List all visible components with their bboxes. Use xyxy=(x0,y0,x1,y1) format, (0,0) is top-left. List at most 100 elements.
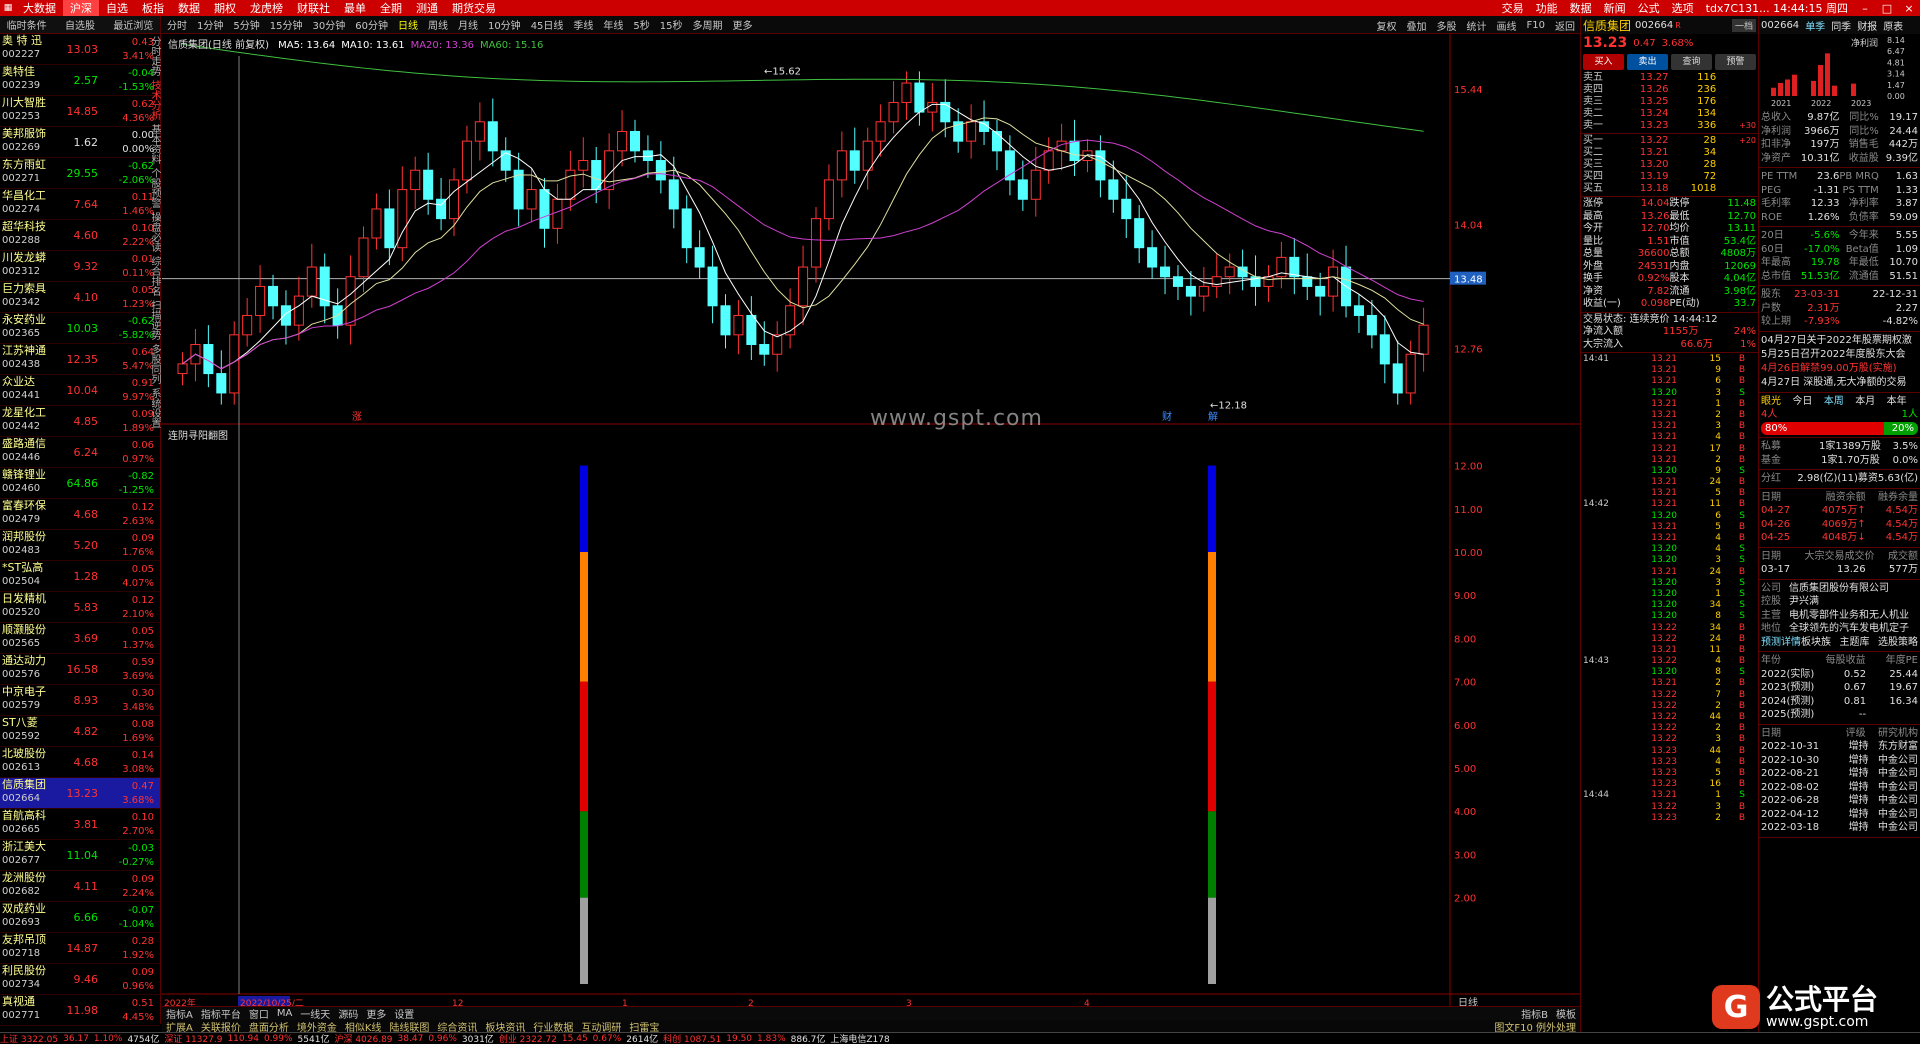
menu-item[interactable]: 财联社 xyxy=(290,0,337,16)
stock-list-row[interactable]: 江苏神通 002438 12.35 0.64 5.47% xyxy=(0,344,160,375)
indicator-tab[interactable]: MA xyxy=(273,1008,296,1019)
menu-item[interactable]: 测通 xyxy=(409,0,445,16)
quote-mode-select[interactable]: 一档 xyxy=(1731,18,1756,32)
toolbar-right-item[interactable]: 画线 xyxy=(1492,18,1522,33)
f10-news-item[interactable]: 4月27日 深股通,无大净额的交易 xyxy=(1759,376,1920,390)
menu-item[interactable]: 沪深 xyxy=(63,0,99,16)
menu-item[interactable]: 最单 xyxy=(337,0,373,16)
stock-list-row[interactable]: 日发精机 002520 5.83 0.12 2.10% xyxy=(0,592,160,623)
stock-list-row[interactable]: 永安药业 002365 10.03 -0.62 -5.82% xyxy=(0,313,160,344)
stock-list-row[interactable]: 东方雨虹 002271 29.55 -0.62 -2.06% xyxy=(0,158,160,189)
menu-item[interactable]: 自选 xyxy=(99,0,135,16)
vertical-tab[interactable]: 综合排名 xyxy=(147,256,162,296)
app-menu-icon[interactable]: ▦ xyxy=(0,0,16,16)
period-item[interactable]: 周线 xyxy=(423,17,453,32)
tab-temp-condition[interactable]: 临时条件 xyxy=(0,17,53,32)
stock-list-row[interactable]: 华昌化工 002274 7.64 0.11 1.46% xyxy=(0,189,160,220)
vertical-tab[interactable]: 技术分析 xyxy=(147,80,162,120)
period-item[interactable]: 分时 xyxy=(162,17,192,32)
sentiment-range[interactable]: 本年 xyxy=(1887,395,1918,409)
stock-list-row[interactable]: 北玻股份 002613 4.68 0.14 3.08% xyxy=(0,747,160,778)
period-item[interactable]: 多周期 xyxy=(688,17,728,32)
stock-list-row[interactable]: 龙洲股份 002682 4.11 0.09 2.24% xyxy=(0,871,160,902)
stock-list-row[interactable]: 双成药业 002693 6.66 -0.07 -1.04% xyxy=(0,902,160,933)
vertical-tab[interactable]: 多股同列 xyxy=(147,344,162,384)
vertical-tab[interactable]: 分时走势 xyxy=(147,36,162,76)
stock-list-row[interactable]: 众业达 002441 10.04 0.91 9.97% xyxy=(0,375,160,406)
period-item[interactable]: 5分钟 xyxy=(228,17,264,32)
stock-list-row[interactable]: 富春环保 002479 4.68 0.12 2.63% xyxy=(0,499,160,530)
f10-link[interactable]: 板块族 xyxy=(1801,636,1840,650)
stock-list-row[interactable]: 真视通 002771 11.98 0.51 4.45% xyxy=(0,995,160,1026)
toolbar-right-item[interactable]: 复权 xyxy=(1372,18,1402,33)
stock-list-row[interactable]: 首航高科 002665 3.81 0.10 2.70% xyxy=(0,809,160,840)
stock-list-row[interactable]: 川大智胜 002253 14.85 0.62 4.36% xyxy=(0,96,160,127)
query-button[interactable]: 查询 xyxy=(1671,54,1712,70)
close-icon[interactable]: × xyxy=(1898,2,1920,15)
top-right-item[interactable]: tdx7C131... 14:44:15 周四 xyxy=(1700,0,1854,16)
top-right-item[interactable]: 选项 xyxy=(1666,0,1700,16)
menu-item[interactable]: 全期 xyxy=(373,0,409,16)
f10-link[interactable]: 主题库 xyxy=(1840,636,1879,650)
stock-list-row[interactable]: 浙江美大 002677 11.04 -0.03 -0.27% xyxy=(0,840,160,871)
menu-item[interactable]: 期货交易 xyxy=(445,0,503,16)
period-item[interactable]: 45日线 xyxy=(526,17,569,32)
menu-item[interactable]: 板指 xyxy=(135,0,171,16)
tick-list[interactable]: 14:41 13.21 15 B 13.21 9 B 13.21 6 B 13.20 3 S 13.21 1… xyxy=(1581,354,1758,824)
vertical-tab[interactable]: 操盘必读 xyxy=(147,212,162,252)
vertical-tab[interactable]: 基本资料 xyxy=(147,124,162,164)
f10-news-item[interactable]: 04月27日关于2022年股票期权激 xyxy=(1759,334,1920,348)
stock-list-row[interactable]: 龙星化工 002442 4.85 0.09 1.89% xyxy=(0,406,160,437)
toolbar-right-item[interactable]: 返回 xyxy=(1550,18,1580,33)
menu-item[interactable]: 数据 xyxy=(171,0,207,16)
period-item[interactable]: 30分钟 xyxy=(307,17,350,32)
period-item[interactable]: 月线 xyxy=(453,17,483,32)
stock-list-row[interactable]: 顺灏股份 002565 3.69 0.05 1.37% xyxy=(0,623,160,654)
sentiment-range[interactable]: 今日 xyxy=(1792,395,1823,409)
tab-recent[interactable]: 最近浏览 xyxy=(107,17,160,32)
period-item[interactable]: 15秒 xyxy=(655,17,688,32)
stock-list-row[interactable]: 利民股份 002734 9.46 0.09 0.96% xyxy=(0,964,160,995)
vertical-tab[interactable]: 个股预警 xyxy=(147,168,162,208)
stock-list-row[interactable]: 赣锋锂业 002460 64.86 -0.82 -1.25% xyxy=(0,468,160,499)
vertical-tab[interactable]: 扫描逆势 xyxy=(147,300,162,340)
stock-list-row[interactable]: 超华科技 002288 4.60 0.10 2.22% xyxy=(0,220,160,251)
top-right-item[interactable]: 新闻 xyxy=(1598,0,1632,16)
period-item[interactable]: 更多 xyxy=(728,17,758,32)
menu-item[interactable]: 大数据 xyxy=(16,0,63,16)
sentiment-range[interactable]: 本周 xyxy=(1824,395,1855,409)
kline-chart-area[interactable]: 15.44 14.04 13.48 12.76 ←15.62 ←12.18 涨财解 12.00… xyxy=(162,34,1580,1044)
sentiment-range[interactable]: 本月 xyxy=(1855,395,1886,409)
stock-list-row[interactable]: 巨力索具 002342 4.10 0.05 1.23% xyxy=(0,282,160,313)
f10-news-item[interactable]: 5月25日召开2022年度股东大会 xyxy=(1759,348,1920,362)
stock-list-row[interactable]: 友邦吊顶 002718 14.87 0.28 1.92% xyxy=(0,933,160,964)
top-right-item[interactable]: 公式 xyxy=(1632,0,1666,16)
stock-list-row[interactable]: 美邦服饰 002269 1.62 0.00 0.00% xyxy=(0,127,160,158)
stock-list-row[interactable]: 奥 特 迅 002227 13.03 0.43 3.41% xyxy=(0,34,160,65)
sub-indicator-title[interactable]: 连阴寻阳翻图 xyxy=(168,431,228,442)
top-right-item[interactable]: 交易 xyxy=(1496,0,1530,16)
f10-link[interactable]: 选股策略 xyxy=(1878,636,1918,650)
f10-tab[interactable]: 原表 xyxy=(1883,18,1903,33)
buy-button[interactable]: 买入 xyxy=(1583,54,1624,70)
period-item[interactable]: 10分钟 xyxy=(483,17,526,32)
stock-list-row[interactable]: *ST弘高 002504 1.28 0.05 4.07% xyxy=(0,561,160,592)
period-item[interactable]: 季线 xyxy=(568,17,598,32)
toolbar-right-item[interactable]: 多股 xyxy=(1432,18,1462,33)
period-item[interactable]: 日线 xyxy=(393,17,423,32)
toolbar-right-item[interactable]: 叠加 xyxy=(1402,18,1432,33)
f10-news-item[interactable]: 4月26日解禁99.00万股(实施) xyxy=(1759,362,1920,376)
stock-list-row[interactable]: 通达动力 002576 16.58 0.59 3.69% xyxy=(0,654,160,685)
toolbar-right-item[interactable]: 统计 xyxy=(1462,18,1492,33)
vertical-tab[interactable]: 系统设置 xyxy=(147,388,162,428)
period-item[interactable]: 15分钟 xyxy=(265,17,308,32)
alert-button[interactable]: 预警 xyxy=(1715,54,1756,70)
f10-tab[interactable]: 同季 xyxy=(1831,18,1851,33)
top-right-item[interactable]: 数据 xyxy=(1564,0,1598,16)
period-item[interactable]: 5秒 xyxy=(628,17,654,32)
period-item[interactable]: 60分钟 xyxy=(350,17,393,32)
minimize-icon[interactable]: – xyxy=(1854,2,1876,15)
stock-list-row[interactable]: 中京电子 002579 8.93 0.30 3.48% xyxy=(0,685,160,716)
f10-link[interactable]: 预测详情 xyxy=(1761,636,1801,650)
kline-chart-svg[interactable]: 15.4414.0413.4812.76←15.62←12.18涨财解12.00… xyxy=(162,34,1580,1006)
